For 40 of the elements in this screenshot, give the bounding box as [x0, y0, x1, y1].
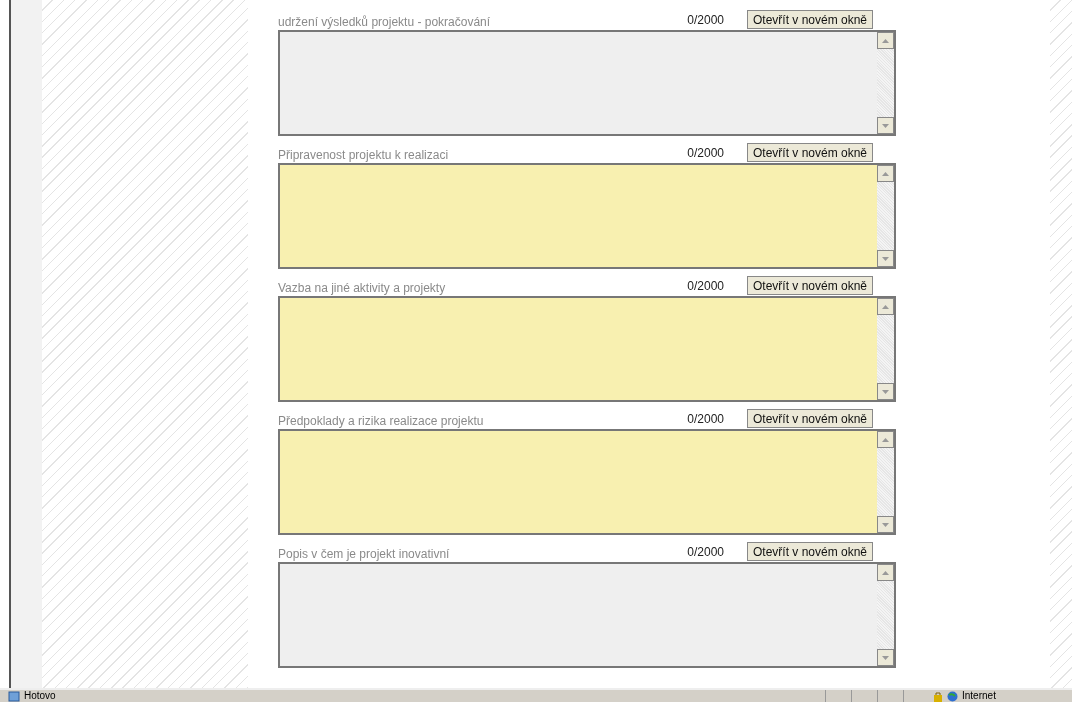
scrollbar[interactable]	[877, 431, 894, 533]
scroll-up-icon[interactable]	[877, 165, 894, 182]
scrollbar[interactable]	[877, 32, 894, 134]
open-in-new-window-button[interactable]: Otevřít v novém okně	[747, 276, 874, 295]
text-area[interactable]	[278, 562, 896, 668]
scroll-up-icon[interactable]	[877, 298, 894, 315]
field-label: Předpoklady a rizika realizace projektu	[278, 415, 485, 429]
text-area[interactable]	[278, 163, 896, 269]
open-in-new-window-button[interactable]: Otevřít v novém okně	[747, 10, 874, 29]
character-counter: 0/2000	[686, 413, 724, 428]
scroll-down-icon[interactable]	[877, 250, 894, 267]
status-text: Hotovo	[24, 691, 56, 701]
lock-icon	[933, 690, 943, 702]
scroll-down-icon[interactable]	[877, 383, 894, 400]
open-in-new-window-button[interactable]: Otevřít v novém okně	[747, 409, 874, 428]
character-counter: 0/2000	[686, 147, 724, 162]
text-area[interactable]	[278, 296, 896, 402]
scroll-up-icon[interactable]	[877, 431, 894, 448]
scroll-down-icon[interactable]	[877, 649, 894, 666]
scrollbar[interactable]	[877, 165, 894, 267]
zone-text: Internet	[962, 691, 997, 701]
scroll-up-icon[interactable]	[877, 32, 894, 49]
field-label: Popis v čem je projekt inovativní	[278, 548, 451, 562]
globe-icon	[947, 690, 958, 702]
scroll-down-icon[interactable]	[877, 516, 894, 533]
character-counter: 0/2000	[686, 280, 724, 295]
field-label: Připravenost projektu k realizaci	[278, 149, 450, 163]
scrollbar[interactable]	[877, 298, 894, 400]
text-area[interactable]	[278, 429, 896, 535]
scroll-up-icon[interactable]	[877, 564, 894, 581]
text-area[interactable]	[278, 30, 896, 136]
open-in-new-window-button[interactable]: Otevřít v novém okně	[747, 542, 874, 561]
page-icon	[8, 690, 20, 702]
field-label: udržení výsledků projektu - pokračování	[278, 16, 492, 30]
field-label: Vazba na jiné aktivity a projekty	[278, 282, 447, 296]
character-counter: 0/2000	[686, 546, 724, 561]
scroll-down-icon[interactable]	[877, 117, 894, 134]
character-counter: 0/2000	[686, 14, 724, 29]
scrollbar[interactable]	[877, 564, 894, 666]
open-in-new-window-button[interactable]: Otevřít v novém okně	[747, 143, 874, 162]
